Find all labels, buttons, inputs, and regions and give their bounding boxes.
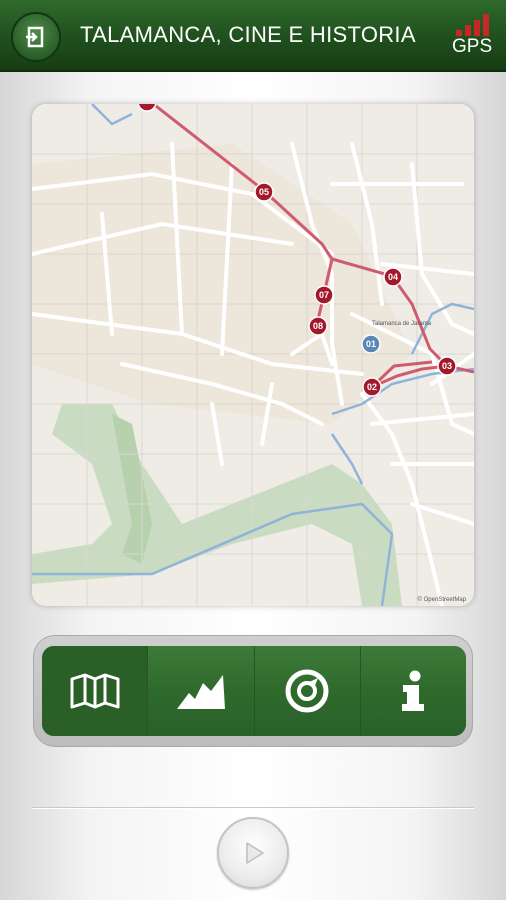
info-icon [402,670,425,711]
tab-map[interactable] [42,646,148,736]
play-icon [246,842,264,864]
map-marker[interactable]: 03 [437,356,457,376]
marker-label: 05 [259,187,269,197]
gps-indicator[interactable]: GPS [448,12,494,58]
route-map[interactable]: 05 04 07 08 01 02 03 Talamanca de Jarama… [32,104,474,606]
map-marker[interactable]: 08 [308,316,328,336]
map-attribution: © OpenStreetMap [417,597,466,603]
marker-label: 02 [367,382,377,392]
tab-compass[interactable] [253,646,360,736]
marker-label: 03 [442,361,452,371]
map-marker[interactable]: 07 [314,285,334,305]
page-title: TALAMANCA, CINE E HISTORIA [80,22,416,47]
map-marker-current[interactable]: 01 [361,334,381,354]
map-icon [70,673,120,709]
marker-label: 04 [388,272,398,282]
divider [32,807,474,809]
marker-label: 08 [313,321,323,331]
target-icon [285,669,329,713]
marker-label: 01 [366,339,376,349]
tab-elevation[interactable] [147,646,254,736]
play-button[interactable] [217,817,289,889]
exit-button[interactable] [11,12,61,62]
mountain-chart-icon [176,675,225,709]
map-marker[interactable]: 05 [254,182,274,202]
town-label: Talamanca de Jarama [372,321,432,327]
exit-icon [26,26,44,48]
gps-label: GPS [452,36,493,57]
app-header: TALAMANCA, CINE E HISTORIA GPS [0,0,506,72]
marker-label: 07 [319,290,329,300]
tab-info[interactable] [359,646,466,736]
signal-bars-icon [456,14,489,36]
tab-bar [42,646,466,736]
map-marker[interactable]: 04 [383,267,403,287]
map-marker[interactable]: 02 [362,377,382,397]
